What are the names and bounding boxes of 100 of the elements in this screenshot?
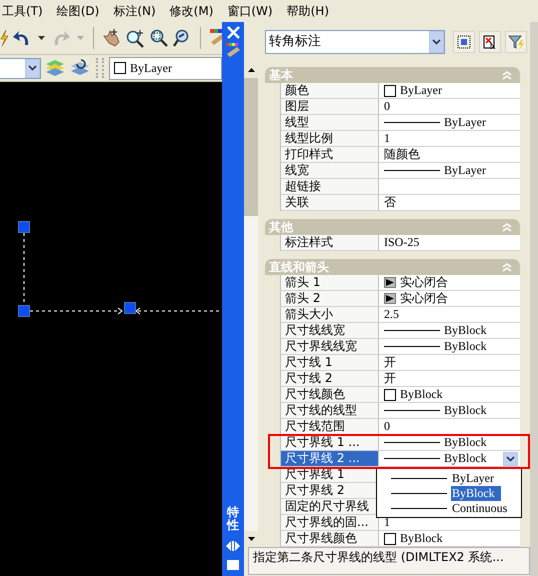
- description-text: 指定第二条尺寸界线的线型 (DIMLTEX2 系统...: [248, 547, 530, 575]
- property-name[interactable]: 尺寸界线 1 ...: [281, 435, 379, 450]
- value-cell[interactable]: ByBlock: [379, 435, 520, 450]
- toggle-pickadd-button[interactable]: [479, 31, 501, 53]
- property-name[interactable]: 颜色: [281, 83, 379, 98]
- menu-item[interactable]: 帮助(H): [284, 0, 335, 22]
- dropdown-option[interactable]: ByBlock: [451, 486, 501, 501]
- lightning-icon[interactable]: [0, 29, 8, 47]
- object-type-value: 转角标注: [269, 33, 321, 51]
- property-value: 实心闭合: [400, 291, 448, 306]
- dropdown-option[interactable]: ByLayer: [451, 471, 500, 486]
- grip-handle[interactable]: [18, 305, 30, 317]
- value-cell[interactable]: 1: [379, 131, 520, 146]
- menu-item[interactable]: 修改(M): [168, 0, 220, 22]
- value-cell[interactable]: 开: [379, 371, 520, 386]
- grip-handle[interactable]: [124, 302, 136, 314]
- value-cell[interactable]: ByBlock: [379, 403, 520, 418]
- property-name[interactable]: 箭头大小: [281, 307, 379, 322]
- property-name[interactable]: 尺寸界线 2 ...: [281, 451, 379, 466]
- value-cell[interactable]: 实心闭合: [379, 275, 520, 290]
- value-cell[interactable]: [379, 179, 520, 194]
- value-cell[interactable]: 0: [379, 99, 520, 114]
- menu-item[interactable]: 工具(T): [0, 0, 49, 22]
- scroll-up-icon[interactable]: [248, 68, 254, 72]
- property-name[interactable]: 尺寸线颜色: [281, 387, 379, 402]
- value-cell[interactable]: 2.5: [379, 307, 520, 322]
- property-name[interactable]: 打印样式: [281, 147, 379, 162]
- property-name[interactable]: 尺寸界线的固...: [281, 515, 379, 530]
- value-cell[interactable]: 0: [379, 419, 520, 434]
- caret-icon[interactable]: [506, 456, 515, 462]
- menu-item[interactable]: 绘图(D): [54, 0, 106, 22]
- property-name[interactable]: 关联: [281, 195, 379, 210]
- value-cell[interactable]: ByBlock: [379, 339, 520, 354]
- property-name[interactable]: 尺寸界线 2: [281, 483, 379, 498]
- value-cell[interactable]: 实心闭合: [379, 291, 520, 306]
- property-name[interactable]: 尺寸线范围: [281, 419, 379, 434]
- select-objects-button[interactable]: [453, 31, 475, 53]
- property-name[interactable]: 尺寸线线宽: [281, 323, 379, 338]
- property-value: ByLayer: [400, 83, 442, 98]
- value-cell[interactable]: ISO-25: [379, 235, 520, 250]
- menu-item[interactable]: 窗口(W): [225, 0, 279, 22]
- property-name[interactable]: 固定的尺寸界线: [281, 499, 379, 514]
- dropdown-option[interactable]: Continuous: [451, 501, 514, 516]
- property-value: 开: [384, 371, 396, 386]
- value-cell[interactable]: 随颜色: [379, 147, 520, 162]
- property-value: 开: [384, 355, 396, 370]
- property-name[interactable]: 尺寸界线线宽: [281, 339, 379, 354]
- property-name[interactable]: 线宽: [281, 163, 379, 178]
- property-name[interactable]: 图层: [281, 99, 379, 114]
- property-name[interactable]: 尺寸线 1: [281, 355, 379, 370]
- toolbar-grip[interactable]: [96, 58, 104, 78]
- color-swatch: [384, 532, 396, 544]
- hand-icon[interactable]: [101, 28, 121, 48]
- filter-icon: [508, 34, 524, 50]
- property-name[interactable]: 尺寸界线颜色: [281, 531, 379, 546]
- property-name[interactable]: 尺寸线 2: [281, 371, 379, 386]
- grip-handle[interactable]: [18, 221, 30, 233]
- layers-icon[interactable]: [69, 58, 91, 78]
- value-cell[interactable]: 开: [379, 355, 520, 370]
- property-name[interactable]: 超链接: [281, 179, 379, 194]
- property-value: ByBlock: [444, 339, 487, 354]
- property-name[interactable]: 箭头 1: [281, 275, 379, 290]
- property-name[interactable]: 尺寸线的线型: [281, 403, 379, 418]
- scroll-down-icon[interactable]: [248, 537, 254, 541]
- value-cell[interactable]: ByLayer: [379, 83, 520, 98]
- property-name[interactable]: 标注样式: [281, 235, 379, 250]
- caret-icon[interactable]: [38, 36, 45, 40]
- linetype-line-icon: [391, 493, 447, 494]
- value-cell[interactable]: ByBlock: [379, 323, 520, 338]
- linetype-line-icon: [384, 122, 440, 123]
- caret-icon[interactable]: [432, 39, 441, 45]
- caret-icon[interactable]: [28, 65, 37, 71]
- value-cell[interactable]: 否: [379, 195, 520, 210]
- linetype-line-icon: [391, 508, 447, 509]
- menu-item[interactable]: 标注(N): [111, 0, 162, 22]
- property-value: ByLayer: [444, 115, 486, 130]
- property-value: 0: [384, 99, 390, 114]
- property-value: 随颜色: [384, 147, 420, 162]
- property-name[interactable]: 线型比例: [281, 131, 379, 146]
- property-value: ByBlock: [400, 531, 443, 546]
- zoom-icon[interactable]: [149, 28, 169, 48]
- linetype-line-icon: [384, 458, 440, 459]
- quick-select-button[interactable]: [505, 31, 527, 53]
- property-name[interactable]: 箭头 2: [281, 291, 379, 306]
- brush-icon[interactable]: [225, 42, 241, 58]
- dropdown-button[interactable]: [503, 452, 518, 466]
- close-icon[interactable]: [226, 26, 240, 39]
- value-cell[interactable]: ByBlock: [379, 531, 520, 546]
- layer-dropdown[interactable]: [0, 58, 41, 78]
- color-swatch: [384, 388, 396, 400]
- zoom-icon[interactable]: [125, 28, 145, 48]
- value-cell[interactable]: ByBlock: [379, 387, 520, 402]
- object-type-dropdown[interactable]: 转角标注: [265, 30, 445, 54]
- palette-title: 特性: [227, 506, 239, 532]
- value-cell[interactable]: ByLayer: [379, 163, 520, 178]
- brush-icon[interactable]: [208, 28, 222, 48]
- property-name[interactable]: 线型: [281, 115, 379, 130]
- color-dropdown[interactable]: ByLayer: [109, 56, 222, 80]
- auto-hide-icon[interactable]: [226, 541, 240, 551]
- value-cell[interactable]: ByLayer: [379, 115, 520, 130]
